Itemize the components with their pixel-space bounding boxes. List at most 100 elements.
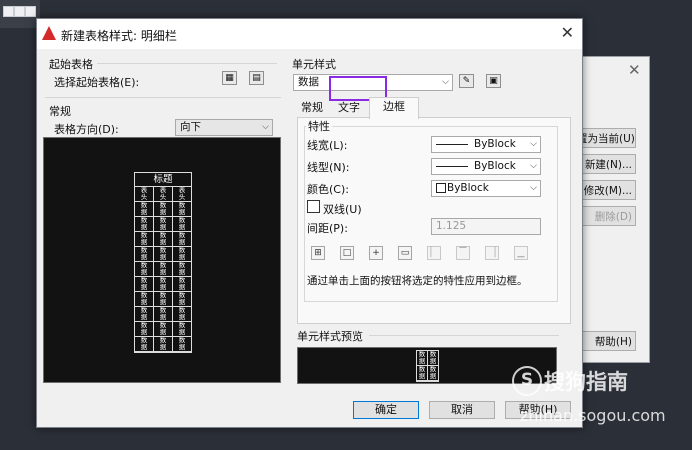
toolbar-icon[interactable] — [3, 6, 14, 17]
dialog-title: 新建表格样式: 明细栏 — [61, 29, 177, 43]
cell-preview-table: 数 据数 据 数 据数 据 — [416, 350, 439, 382]
preview-data-row: 数 据数 据数 据 — [135, 247, 191, 262]
preview-data-cell: 数 据 — [135, 217, 154, 232]
toolbar-icon[interactable] — [14, 6, 25, 17]
lineweight-select[interactable]: ByBlock ⌵ — [431, 136, 541, 153]
top-border-icon[interactable]: ▔ — [456, 246, 470, 260]
double-line-checkbox[interactable] — [307, 200, 320, 213]
close-icon[interactable]: ✕ — [561, 23, 574, 42]
outside-borders-icon[interactable]: □ — [340, 246, 354, 260]
bottom-border-icon[interactable]: ▁ — [514, 246, 528, 260]
close-icon[interactable]: ✕ — [628, 61, 641, 79]
preview-data-cell: 数 据 — [173, 337, 191, 352]
divider — [45, 97, 281, 98]
general-section: 常规 — [49, 105, 71, 118]
preview-table: 标题 表 头 表 头 表 头 数 据数 据数 据数 据数 据数 据数 据数 据数… — [134, 172, 192, 353]
background-app-toolbar — [0, 0, 40, 28]
linetype-select[interactable]: ByBlock ⌵ — [431, 158, 541, 175]
select-start-table-label: 选择起始表格(E): — [54, 76, 140, 89]
preview-header-cell: 表 头 — [135, 187, 154, 202]
manage-cell-styles-icon[interactable]: ▣ — [486, 74, 501, 88]
spacing-input[interactable]: 1.125 — [431, 218, 541, 235]
chevron-down-icon: ⌵ — [530, 139, 537, 149]
preview-data-row: 数 据数 据数 据 — [135, 202, 191, 217]
all-borders-icon[interactable]: ⊞ — [311, 246, 325, 260]
preview-data-cell: 数 据 — [173, 277, 191, 292]
color-value: ByBlock — [447, 182, 489, 194]
background-dialog: ✕ 置为当前(U) 新建(N)... 修改(M)... 删除(D) 帮助(H) — [575, 56, 650, 363]
set-current-button[interactable]: 置为当前(U) — [576, 128, 636, 148]
select-table-icon[interactable]: ▦ — [222, 71, 237, 85]
title-bar: 新建表格样式: 明细栏 ✕ — [37, 19, 582, 49]
cell-preview-cell: 数 据 — [417, 351, 428, 366]
preview-data-cell: 数 据 — [135, 322, 154, 337]
new-table-style-dialog: 新建表格样式: 明细栏 ✕ 起始表格 选择起始表格(E): ▦ ▤ 常规 表格方… — [36, 18, 583, 428]
line-sample — [436, 165, 468, 167]
preview-data-cell: 数 据 — [173, 202, 191, 217]
preview-data-cell: 数 据 — [173, 247, 191, 262]
preview-data-row: 数 据数 据数 据 — [135, 232, 191, 247]
preview-data-cell: 数 据 — [154, 247, 173, 262]
no-border-icon[interactable]: ▭ — [398, 246, 412, 260]
tab-text[interactable]: 文字 — [335, 99, 363, 117]
line-sample — [436, 143, 468, 145]
preview-data-cell: 数 据 — [135, 337, 154, 352]
new-button[interactable]: 新建(N)... — [576, 154, 636, 174]
border-buttons-row: ⊞ □ + ▭ ▏ ▔ ▕ ▁ — [311, 246, 537, 260]
preview-data-cell: 数 据 — [154, 277, 173, 292]
preview-data-cell: 数 据 — [154, 232, 173, 247]
preview-data-row: 数 据数 据数 据 — [135, 292, 191, 307]
cell-preview-cell: 数 据 — [428, 351, 438, 366]
preview-header-cell: 表 头 — [154, 187, 173, 202]
toolbar-icon[interactable] — [25, 6, 36, 17]
chevron-down-icon: ⌵ — [262, 122, 269, 132]
spacing-label: 间距(P): — [307, 222, 348, 235]
linetype-label: 线型(N): — [307, 161, 350, 174]
ok-button[interactable]: 确定 — [353, 401, 419, 419]
lineweight-label: 线宽(L): — [307, 139, 348, 152]
preview-data-cell: 数 据 — [173, 292, 191, 307]
preview-data-cell: 数 据 — [154, 202, 173, 217]
spacing-value: 1.125 — [436, 220, 467, 232]
linetype-value: ByBlock — [474, 160, 516, 172]
preview-data-row: 数 据数 据数 据 — [135, 277, 191, 292]
create-cell-style-icon[interactable]: ✎ — [459, 74, 474, 88]
cell-style-section: 单元样式 — [292, 58, 336, 71]
cell-preview-section: 单元样式预览 — [297, 330, 363, 343]
preview-data-cell: 数 据 — [154, 292, 173, 307]
right-border-icon[interactable]: ▕ — [485, 246, 499, 260]
inside-borders-icon[interactable]: + — [369, 246, 383, 260]
preview-data-cell: 数 据 — [135, 307, 154, 322]
tab-border[interactable]: 边框 — [369, 97, 419, 119]
tab-general[interactable]: 常规 — [299, 99, 325, 117]
sogou-logo-icon: S — [512, 366, 542, 396]
border-hint-text: 通过单击上面的按钮将选定的特性应用到边框。 — [307, 275, 528, 287]
preview-data-cell: 数 据 — [154, 262, 173, 277]
preview-data-cell: 数 据 — [173, 232, 191, 247]
preview-data-cell: 数 据 — [135, 292, 154, 307]
border-tab-panel: 特性 线宽(L): ByBlock ⌵ 线型(N): ByBlock ⌵ 颜色(… — [297, 117, 571, 324]
color-select[interactable]: ByBlock ⌵ — [431, 180, 541, 197]
table-direction-select[interactable]: 向下 ⌵ — [175, 119, 273, 136]
table-preview: 标题 表 头 表 头 表 头 数 据数 据数 据数 据数 据数 据数 据数 据数… — [43, 137, 281, 383]
color-swatch — [436, 183, 446, 193]
background-help-button[interactable]: 帮助(H) — [576, 331, 636, 351]
preview-title-cell: 标题 — [135, 173, 191, 187]
properties-group: 线宽(L): ByBlock ⌵ 线型(N): ByBlock ⌵ 颜色(C):… — [304, 126, 558, 302]
delete-button[interactable]: 删除(D) — [576, 206, 636, 226]
preview-data-row: 数 据数 据数 据 — [135, 337, 191, 352]
preview-data-cell: 数 据 — [135, 262, 154, 277]
preview-data-cell: 数 据 — [135, 202, 154, 217]
preview-data-row: 数 据数 据数 据 — [135, 322, 191, 337]
left-border-icon[interactable]: ▏ — [427, 246, 441, 260]
start-table-section: 起始表格 — [49, 58, 93, 71]
divider — [369, 335, 559, 336]
preview-data-cell: 数 据 — [135, 232, 154, 247]
properties-group-label: 特性 — [306, 118, 332, 134]
modify-button[interactable]: 修改(M)... — [576, 180, 636, 200]
preview-data-cell: 数 据 — [154, 337, 173, 352]
preview-data-cell: 数 据 — [173, 217, 191, 232]
cancel-button[interactable]: 取消 — [429, 401, 495, 419]
table-direction-value: 向下 — [180, 121, 201, 133]
remove-table-icon[interactable]: ▤ — [249, 71, 264, 85]
